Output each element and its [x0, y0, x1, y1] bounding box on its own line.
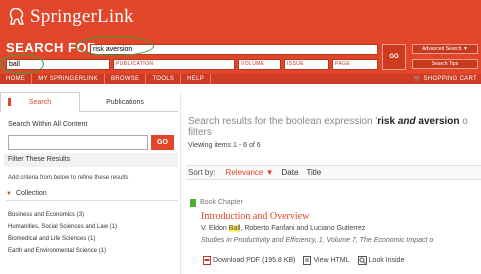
result-authors: V. Eldon Ball, Roberto Fanfani and Lucia… [201, 225, 365, 232]
sort-date[interactable]: Date [282, 168, 299, 177]
collection-item[interactable]: Biomedical and Life Sciences (1) [8, 233, 117, 245]
collection-list: Business and Economics (3) Humanities, S… [8, 209, 117, 257]
publication-input[interactable]: PUBLICATION [113, 59, 235, 70]
add-criteria-text: Add criteria from below to refine these … [8, 175, 129, 181]
nav-tools[interactable]: TOOLS [146, 74, 182, 84]
sort-relevance[interactable]: Relevance ▼ [226, 168, 274, 177]
search-query-input[interactable]: risk aversion [90, 44, 378, 55]
download-pdf-label: Download PDF (195.8 KB) [213, 257, 296, 264]
left-edge-marker [8, 98, 11, 106]
view-html-link[interactable]: View HTML [303, 256, 350, 265]
author-highlight[interactable]: Ball [228, 225, 241, 232]
download-pdf-link[interactable]: Download PDF (195.8 KB) [203, 256, 295, 265]
result-series: Studies in Productivity and Efficiency, … [201, 237, 434, 244]
nav-home[interactable]: HOME [0, 74, 33, 84]
springerlink-logo[interactable]: SpringerLink [8, 6, 134, 28]
view-html-label: View HTML [313, 257, 350, 264]
author-input[interactable]: ball [6, 59, 110, 70]
results-heading: Search results for the boolean expressio… [188, 116, 481, 127]
results-heading-line2: filters [188, 127, 212, 138]
look-inside-link[interactable]: Look Inside [357, 256, 405, 265]
collection-label: Collection [15, 190, 47, 197]
left-tabs: Search Publications [0, 92, 178, 112]
result-actions: Download PDF (195.8 KB) View HTML Look I… [203, 256, 412, 265]
search-tips-button[interactable]: Search Tips [412, 59, 478, 69]
book-chapter-icon [190, 199, 196, 207]
search-for-label: SEARCH FOR [6, 40, 97, 55]
main-nav: HOME MY SPRINGERLINK BROWSE TOOLS HELP 🛒… [0, 74, 481, 84]
nav-shopping-cart[interactable]: 🛒 SHOPPING CART [410, 74, 481, 84]
nav-my-springerlink[interactable]: MY SPRINGERLINK [32, 74, 105, 84]
authors-pre: V. Eldon [201, 225, 229, 232]
tab-search[interactable]: Search [0, 92, 80, 112]
springer-horse-icon [9, 7, 24, 25]
issue-input[interactable]: ISSUE [284, 59, 329, 70]
nav-help[interactable]: HELP [181, 74, 212, 84]
results-heading-suffix: o [459, 116, 468, 127]
search-go-button[interactable]: GO [382, 44, 406, 70]
results-heading-prefix: Search results for the boolean expressio… [188, 116, 378, 127]
springerlink-header: SpringerLink SEARCH FOR risk aversion ba… [0, 0, 481, 80]
cart-label: SHOPPING CART [423, 76, 477, 82]
sort-bar: Sort by: Relevance ▼ Date Title [186, 165, 481, 180]
tab-publications[interactable]: Publications [80, 92, 170, 112]
viewing-count: Viewing items 1 - 6 of 6 [188, 142, 261, 149]
filter-results-heading: Filter These Results [4, 153, 178, 167]
logo-text: SpringerLink [30, 6, 134, 27]
sort-title[interactable]: Title [306, 168, 321, 177]
sort-label: Sort by: [188, 168, 216, 177]
pdf-icon [203, 256, 211, 265]
advanced-search-button[interactable]: Advanced Search ▼ [412, 44, 478, 54]
look-inside-icon [357, 256, 367, 265]
column-divider [180, 92, 181, 274]
search-within-title: Search Within All Content [8, 121, 88, 128]
result-title-link[interactable]: Introduction and Overview [201, 211, 309, 222]
collection-item[interactable]: Business and Economics (3) [8, 209, 117, 221]
collection-item[interactable]: Earth and Environmental Science (1) [8, 245, 117, 257]
authors-post: , Roberto Fanfani and Luciano Gutierrez [240, 225, 366, 232]
nav-browse[interactable]: BROWSE [105, 74, 147, 84]
look-inside-label: Look Inside [368, 257, 405, 264]
html-icon [303, 256, 312, 265]
volume-input[interactable]: VOLUME [238, 59, 281, 70]
search-within-input[interactable] [8, 135, 148, 150]
search-within-go-button[interactable]: GO [151, 135, 174, 150]
result-type: Book Chapter [200, 199, 243, 206]
query-term-2: aversion [418, 116, 460, 127]
query-operator: and [395, 116, 419, 127]
query-term-1: risk [377, 116, 396, 127]
collapse-triangle-icon: ▼ [6, 190, 12, 197]
cart-icon: 🛒 [413, 76, 424, 82]
collection-item[interactable]: Humanities, Social Sciences and Law (1) [8, 221, 117, 233]
page-input[interactable]: PAGE [332, 59, 378, 70]
collection-toggle[interactable]: ▼ Collection [6, 190, 178, 201]
